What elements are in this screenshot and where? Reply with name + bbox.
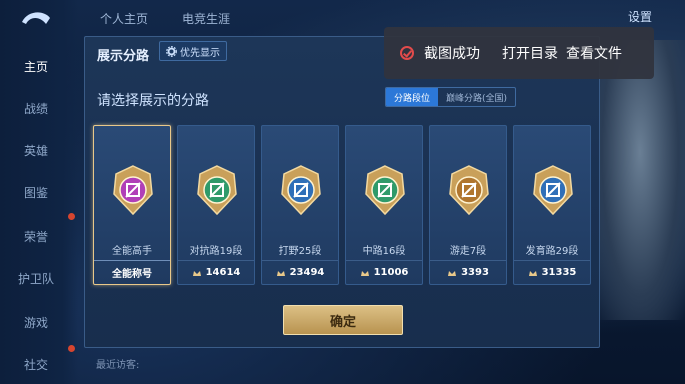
notification-dot: [68, 345, 75, 352]
side-item-honor[interactable]: 荣誉: [24, 228, 48, 245]
screenshot-toast: 截图成功 打开目录 查看文件: [384, 27, 654, 79]
view-file-link[interactable]: 查看文件: [566, 43, 622, 63]
gear-icon: [166, 45, 177, 57]
lane-card-footer: 23494: [262, 260, 338, 284]
tab-esports[interactable]: 电竞生涯: [182, 10, 230, 27]
crown-icon: [192, 270, 201, 276]
all-round-emblem: [113, 165, 153, 216]
side-item-codex[interactable]: 图鉴: [24, 184, 48, 201]
lane-card-footer: 11006: [346, 260, 422, 284]
open-directory-link[interactable]: 打开目录: [502, 43, 558, 63]
lane-card[interactable]: 打野25段 23494: [261, 125, 339, 285]
check-circle-icon: [400, 46, 414, 60]
side-item-record[interactable]: 战绩: [24, 100, 48, 117]
lane-score: 31335: [541, 267, 577, 278]
crown-icon: [276, 270, 285, 276]
recent-visitors-label: 最近访客:: [96, 360, 140, 371]
confirm-button[interactable]: 确定: [283, 305, 403, 335]
lane-score: 11006: [373, 267, 409, 278]
tab-peak-lane[interactable]: 巅峰分路(全国): [438, 88, 515, 106]
lane-name: 全能高手: [112, 246, 152, 257]
toast-message: 截图成功: [424, 46, 480, 62]
lane-card-footer: 全能称号: [94, 260, 170, 284]
priority-display-toggle[interactable]: 优先显示: [159, 41, 227, 61]
dialog-subtitle: 请选择展示的分路: [97, 93, 209, 109]
logo-icon: [22, 12, 50, 24]
lane-score: 23494: [289, 267, 325, 278]
lane-tabs: 分路段位 巅峰分路(全国): [385, 87, 517, 107]
lane-card-footer: 3393: [430, 260, 506, 284]
priority-tag-label: 优先显示: [180, 47, 220, 59]
side-item-home[interactable]: 主页: [24, 58, 48, 75]
side-item-games[interactable]: 游戏: [24, 314, 48, 331]
lane-score: 3393: [461, 267, 489, 278]
lane-card[interactable]: 游走7段 3393: [429, 125, 507, 285]
crown-icon: [528, 270, 537, 276]
lane-card-footer: 31335: [514, 260, 590, 284]
tab-profile[interactable]: 个人主页: [100, 10, 148, 27]
dialog-title: 展示分路: [97, 49, 150, 64]
roam-emblem: [449, 165, 489, 216]
farm-lane-emblem: [533, 165, 573, 216]
lane-name: 打野25段: [278, 246, 322, 257]
tab-lane-rank[interactable]: 分路段位: [386, 88, 439, 106]
lane-name: 对抗路19段: [189, 246, 243, 257]
lane-card[interactable]: 发育路29段 31335: [513, 125, 591, 285]
lane-score: 全能称号: [112, 269, 152, 280]
side-item-heroes[interactable]: 英雄: [24, 142, 48, 159]
settings-button[interactable]: 设置: [628, 8, 652, 25]
crown-icon: [448, 270, 457, 276]
notification-dot: [68, 213, 75, 220]
lane-score: 14614: [205, 267, 241, 278]
lane-card-list: 全能高手 全能称号 对抗路19段 14614 打野25段 23494 中路16段 11006 游…: [93, 125, 591, 285]
side-item-social[interactable]: 社交: [24, 356, 48, 373]
lane-name: 中路16段: [362, 246, 406, 257]
lane-display-dialog: 展示分路 优先显示 请选择展示的分路 分路段位 巅峰分路(全国) 全能高手全能称…: [84, 36, 600, 348]
mid-lane-emblem: [365, 165, 405, 216]
clash-lane-emblem: [197, 165, 237, 216]
lane-card-footer: 14614: [178, 260, 254, 284]
hero-portrait: [595, 40, 685, 320]
lane-card[interactable]: 中路16段 11006: [345, 125, 423, 285]
lane-card[interactable]: 全能高手 全能称号: [93, 125, 171, 285]
lane-card[interactable]: 对抗路19段 14614: [177, 125, 255, 285]
crown-icon: [360, 270, 369, 276]
side-nav: 主页 战绩 英雄 图鉴 荣誉 护卫队 游戏 社交: [0, 0, 78, 384]
lane-name: 游走7段: [449, 246, 487, 257]
side-item-guard[interactable]: 护卫队: [18, 270, 54, 287]
jungle-emblem: [281, 165, 321, 216]
lane-name: 发育路29段: [525, 246, 579, 257]
